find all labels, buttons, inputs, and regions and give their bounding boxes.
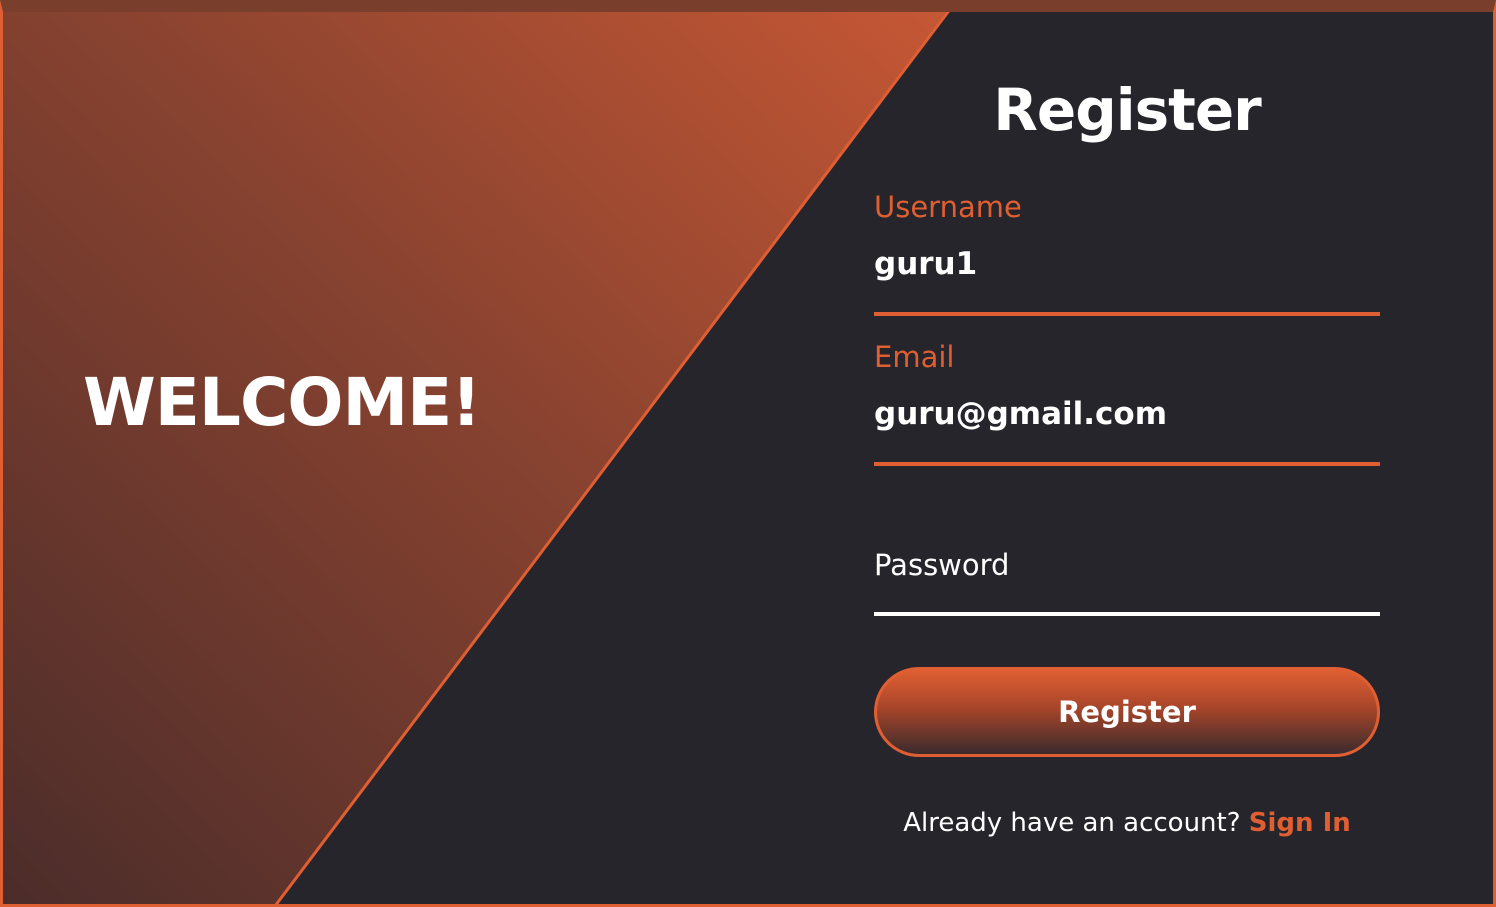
email-field: Email [874,336,1380,468]
password-field[interactable]: Password [874,486,1380,618]
welcome-heading: WELCOME! [83,364,481,441]
email-input[interactable] [874,390,1380,438]
username-label: Username [874,190,1022,224]
email-label: Email [874,340,955,374]
signin-link[interactable]: Sign In [1249,808,1351,838]
email-underline [874,462,1380,466]
form-title: Register [993,76,1262,144]
register-form: Register Username Email Password Registe… [874,12,1380,904]
password-input[interactable] [874,540,1380,588]
username-field: Username [874,186,1380,318]
signin-prompt-text: Already have an account? [903,808,1249,838]
username-underline [874,312,1380,316]
register-button[interactable]: Register [874,667,1380,757]
signin-prompt-row: Already have an account? Sign In [874,808,1380,838]
app-frame: WELCOME! Register Username Email Passwor… [0,0,1496,907]
username-input[interactable] [874,240,1380,288]
password-underline [874,612,1380,616]
